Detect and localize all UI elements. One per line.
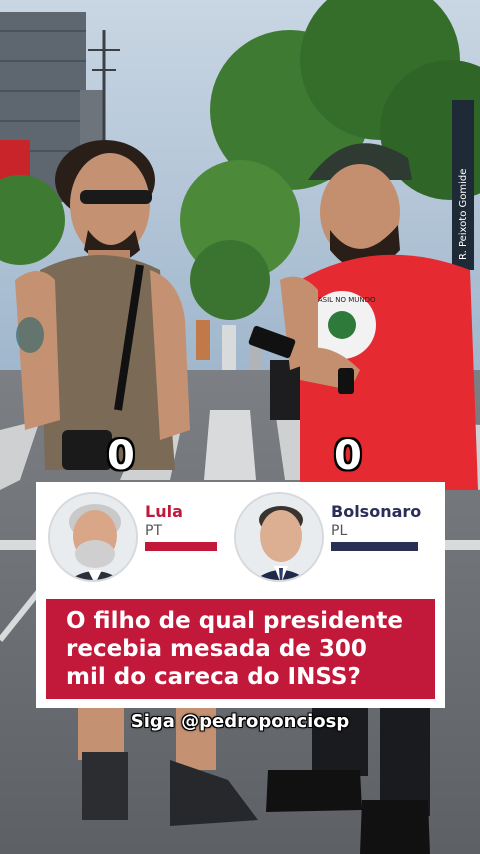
question-line: mil do careca do INSS?	[66, 664, 361, 690]
follow-caption: Siga @pedroponciosp	[130, 711, 350, 732]
candidate-photo-bolsonaro	[234, 492, 324, 582]
candidate-name-lula: Lula	[145, 502, 183, 521]
shirt-print-text: BRASIL NO MUNDO	[308, 296, 376, 304]
candidate-party-lula: PT	[145, 523, 162, 539]
question-line: O filho de qual presidente	[66, 608, 404, 634]
quiz-panel: Lula PT Bolsonaro PL O filho de qual pre…	[36, 482, 445, 708]
street-sign-text: R. Peixoto Gomide	[458, 169, 469, 260]
candidate-bar-bolsonaro	[331, 542, 418, 551]
score-right: 0	[334, 433, 362, 479]
candidate-party-bolsonaro: PL	[331, 523, 348, 539]
candidate-bar-lula	[145, 542, 217, 551]
question-box: O filho de qual presidente recebia mesad…	[46, 599, 435, 699]
video-frame: R. Peixoto Gomide BRASIL NO MUNDO 0 0 Lu…	[0, 0, 480, 854]
candidate-photo-lula	[48, 492, 138, 582]
candidate-name-bolsonaro: Bolsonaro	[331, 502, 422, 521]
question-line: recebia mesada de 300	[66, 636, 367, 662]
score-left: 0	[107, 433, 135, 479]
